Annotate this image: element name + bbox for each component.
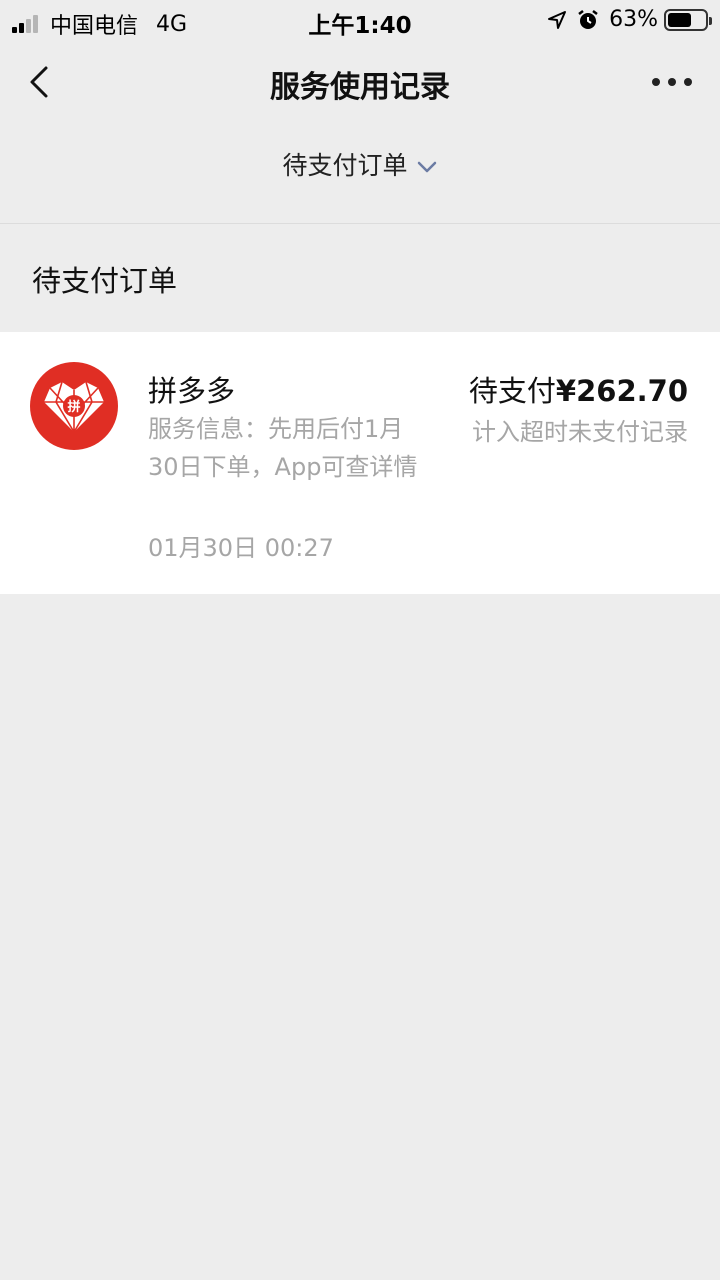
chevron-down-icon <box>417 161 436 173</box>
status-bar: 中国电信 4G 上午1:40 63% <box>0 0 720 40</box>
filter-label: 待支付订单 <box>282 151 408 180</box>
app-name: 拼多多 <box>148 374 236 408</box>
filter-dropdown[interactable]: 待支付订单 <box>0 146 720 182</box>
page-title: 服务使用记录 <box>270 70 450 105</box>
payment-status-label: 待支付 <box>468 374 556 408</box>
section-title: 待支付订单 <box>32 264 178 298</box>
order-date: 01月30日 00:27 <box>148 534 334 562</box>
location-arrow-icon <box>548 10 567 29</box>
more-dot-icon <box>668 78 676 86</box>
more-button[interactable] <box>652 72 692 92</box>
order-amount: ¥262.70 <box>555 374 688 408</box>
battery-percent: 63% <box>609 7 658 32</box>
service-info: 服务信息：先用后付1月30日下单，App可查详情 <box>148 415 418 481</box>
status-right: 63% <box>547 7 712 32</box>
order-card[interactable]: 拼 拼多多 服务信息：先用后付1月30日下单，App可查详情 01月30日 00… <box>0 332 720 594</box>
payment-status: 待支付¥262.70 <box>469 368 688 410</box>
nav-bar: 服务使用记录 <box>0 40 720 126</box>
more-dot-icon <box>684 78 692 86</box>
logo-text: 拼 <box>67 399 80 415</box>
divider <box>0 223 720 224</box>
more-dot-icon <box>652 78 660 86</box>
battery-icon <box>664 8 712 31</box>
battery-fill <box>668 12 691 27</box>
pinduoduo-logo: 拼 <box>30 362 118 450</box>
alarm-clock-icon <box>578 9 598 29</box>
overdue-note: 计入超时未支付记录 <box>472 418 688 446</box>
